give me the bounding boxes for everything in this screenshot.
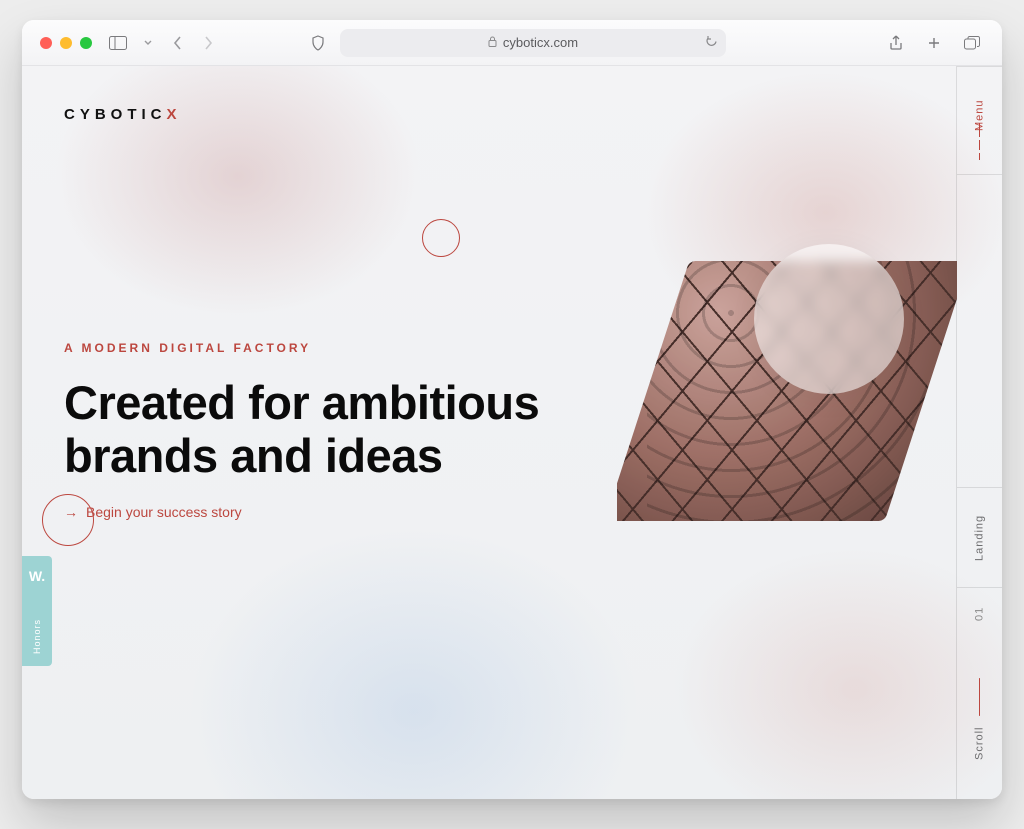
forward-button[interactable] bbox=[196, 31, 220, 55]
sidebar-toggle-icon[interactable] bbox=[106, 31, 130, 55]
chevron-down-icon[interactable] bbox=[144, 40, 152, 46]
new-tab-icon[interactable] bbox=[922, 31, 946, 55]
logo-accent: X bbox=[167, 106, 182, 123]
tabs-overview-icon[interactable] bbox=[960, 31, 984, 55]
section-number: 01 bbox=[957, 587, 1002, 639]
browser-chrome: cyboticx.com bbox=[22, 20, 1002, 66]
maximize-window-button[interactable] bbox=[80, 37, 92, 49]
decorative-ring-cta bbox=[42, 494, 94, 546]
scroll-hint[interactable]: Scroll bbox=[957, 639, 1002, 799]
side-rail: Menu Landing 01 Scroll bbox=[956, 66, 1002, 799]
section-indicator[interactable]: Landing bbox=[957, 487, 1002, 587]
hero-cta-label: Begin your success story bbox=[86, 504, 242, 520]
privacy-shield-icon[interactable] bbox=[306, 31, 330, 55]
page-viewport: CYBOTICX A MODERN DIGITAL FACTORY Create… bbox=[22, 66, 1002, 799]
scroll-label: Scroll bbox=[974, 726, 986, 760]
close-window-button[interactable] bbox=[40, 37, 52, 49]
hero-eyebrow: A MODERN DIGITAL FACTORY bbox=[64, 341, 602, 355]
minimize-window-button[interactable] bbox=[60, 37, 72, 49]
site-logo[interactable]: CYBOTICX bbox=[64, 106, 182, 123]
share-icon[interactable] bbox=[884, 31, 908, 55]
scroll-line-icon bbox=[979, 678, 980, 716]
address-bar[interactable]: cyboticx.com bbox=[340, 29, 726, 57]
decorative-frosted-circle bbox=[754, 244, 904, 394]
menu-button[interactable]: Menu bbox=[957, 66, 1002, 174]
section-label: Landing bbox=[974, 514, 986, 560]
hero-headline: Created for ambitious brands and ideas bbox=[64, 377, 602, 482]
decorative-ring-small bbox=[422, 219, 460, 257]
back-button[interactable] bbox=[166, 31, 190, 55]
lock-icon bbox=[488, 36, 497, 50]
reload-icon[interactable] bbox=[705, 35, 718, 51]
traffic-lights bbox=[40, 37, 92, 49]
awards-badge-mark: W. bbox=[29, 568, 45, 584]
rail-spacer bbox=[957, 174, 1002, 487]
hero-section: A MODERN DIGITAL FACTORY Created for amb… bbox=[64, 341, 602, 520]
hamburger-icon bbox=[979, 123, 980, 160]
browser-window: cyboticx.com CYBOTICX A bbox=[22, 20, 1002, 799]
awards-badge[interactable]: W. Honors bbox=[22, 556, 52, 666]
logo-text: CYBOTIC bbox=[64, 106, 167, 123]
address-bar-text: cyboticx.com bbox=[503, 35, 578, 50]
hero-cta-link[interactable]: → Begin your success story bbox=[64, 504, 602, 520]
awards-badge-label: Honors bbox=[32, 619, 42, 654]
